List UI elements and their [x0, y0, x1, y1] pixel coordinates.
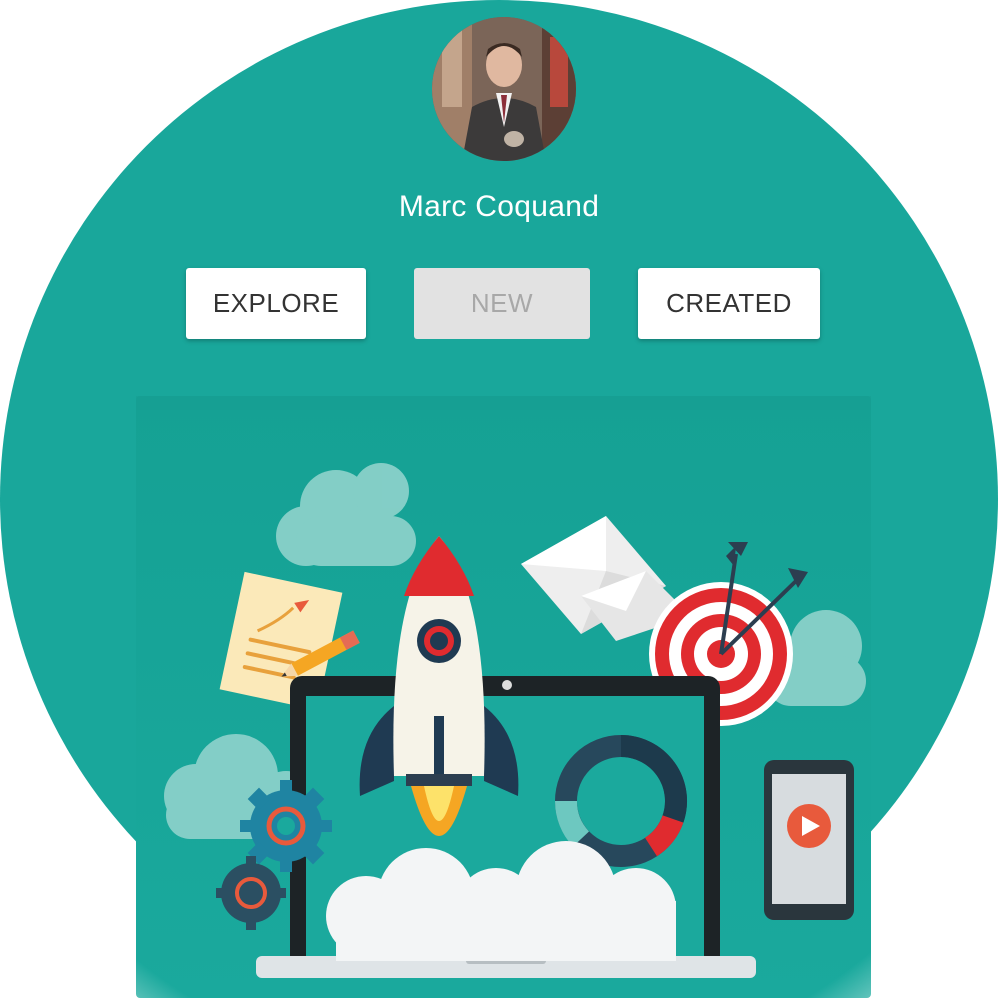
tab-created[interactable]: CREATED — [638, 268, 820, 339]
tab-explore[interactable]: EXPLORE — [186, 268, 366, 339]
user-name: Marc Coquand — [398, 190, 600, 223]
tab-new[interactable]: NEW — [414, 268, 590, 339]
user-photo-icon — [432, 17, 576, 161]
app-stage: Marc Coquand EXPLORE NEW CREATED — [0, 0, 998, 998]
avatar[interactable] — [432, 17, 576, 161]
rocket-launch-icon — [136, 396, 871, 998]
rocket-launch-illustration — [136, 396, 871, 998]
